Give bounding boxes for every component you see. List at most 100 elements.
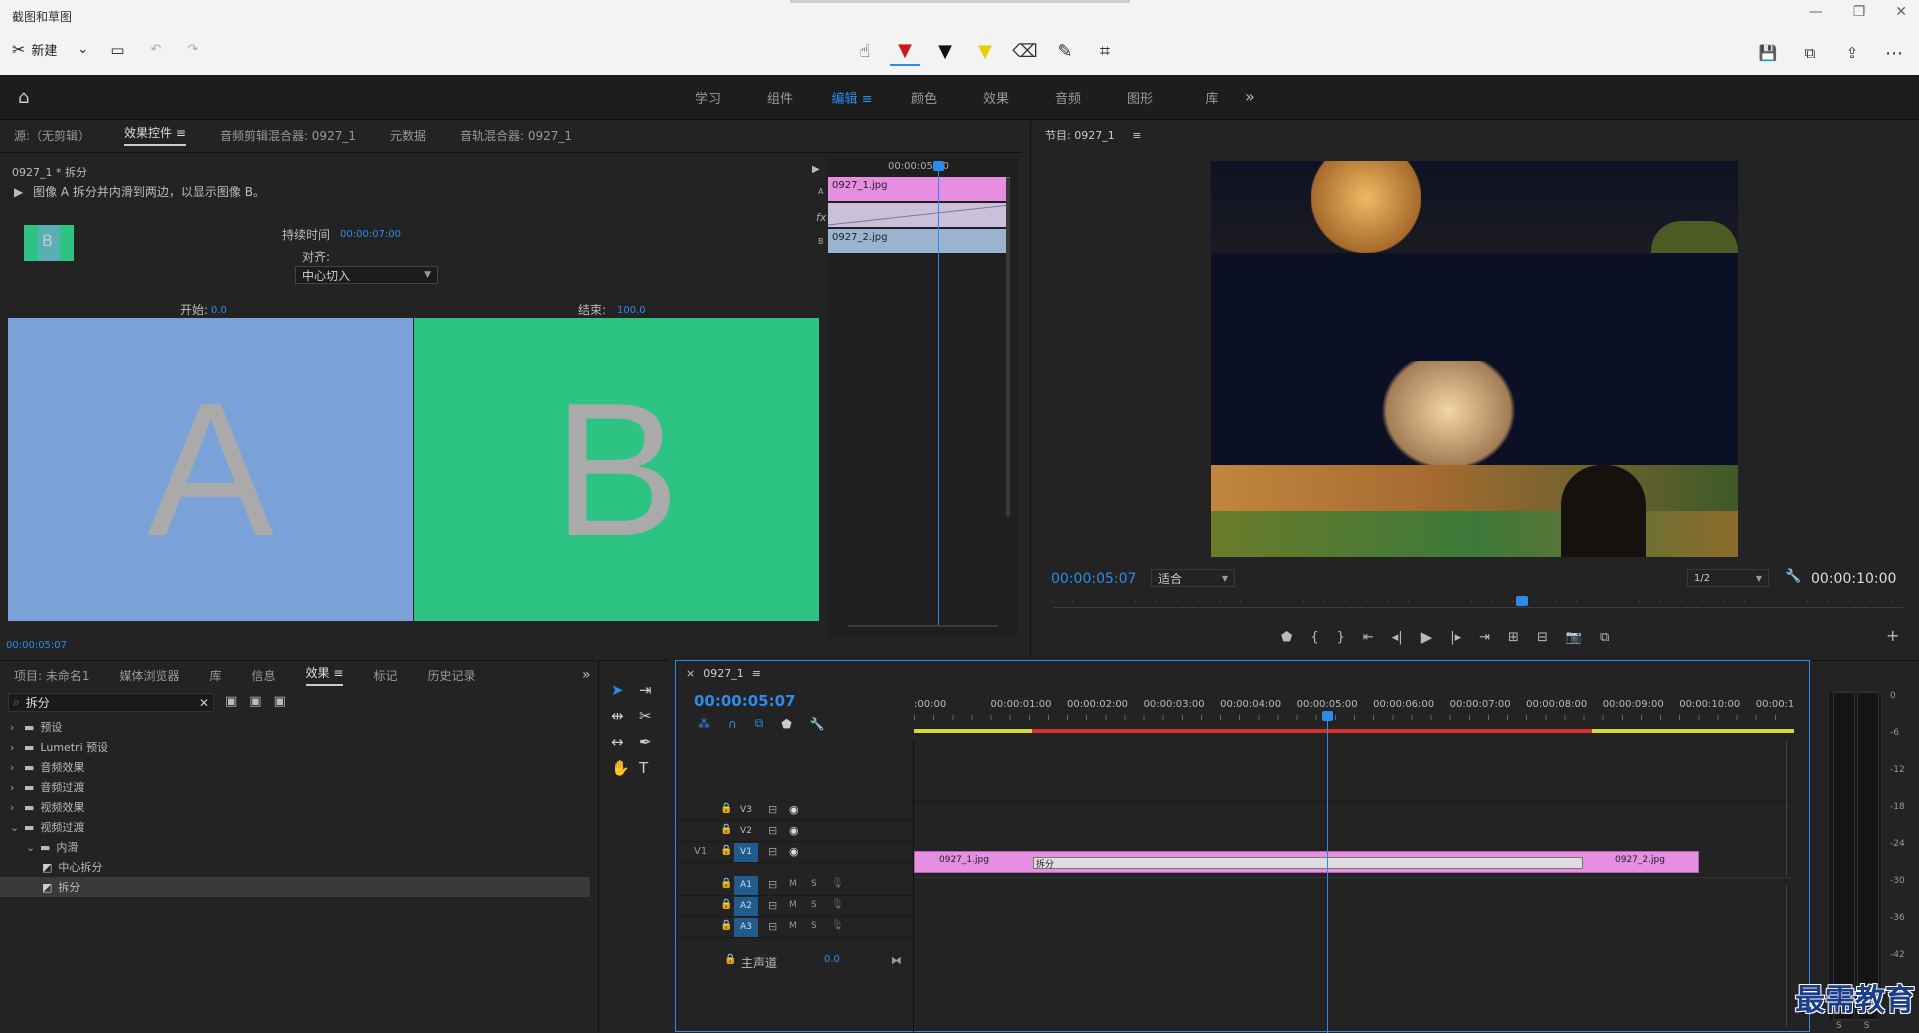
undo-icon[interactable]: ↶ — [151, 42, 162, 57]
slip-tool-icon[interactable]: ↔ — [611, 733, 639, 751]
redo-icon[interactable]: ↷ — [187, 42, 198, 57]
program-timecode[interactable]: 00:00:05:07 — [1051, 571, 1136, 587]
menu-icon[interactable]: ≡ — [1132, 129, 1141, 142]
project-tab-5[interactable]: 标记 — [373, 667, 397, 684]
zoom-bar[interactable] — [1053, 607, 1903, 608]
video-vscroll[interactable] — [1786, 741, 1792, 876]
add-marker-icon[interactable]: ⬟ — [781, 717, 791, 731]
chevron-right-icon[interactable]: › — [10, 721, 24, 734]
project-tab-0[interactable]: 项目: 未命名1 — [14, 667, 90, 684]
workspace-tab-7[interactable]: 库 — [1176, 88, 1248, 107]
track-target[interactable]: V3 — [734, 801, 758, 820]
audio-vscroll[interactable] — [1786, 886, 1792, 1026]
workspace-tab-5[interactable]: 音频 — [1032, 88, 1104, 107]
mute-button[interactable]: M — [789, 879, 797, 889]
sequence-tab[interactable]: × 0927_1 ≡ — [686, 667, 761, 680]
workspace-tab-6[interactable]: 图形 — [1104, 88, 1176, 107]
chevron-down-icon[interactable]: ⌄ — [26, 841, 40, 854]
lift-icon[interactable]: ⊞ — [1508, 630, 1519, 645]
master-value[interactable]: 0.0 — [824, 954, 840, 965]
transition-thumbnail[interactable]: B — [24, 225, 74, 261]
master-meter-icon[interactable]: ⧓ — [891, 954, 902, 967]
mini-playhead[interactable] — [938, 165, 939, 625]
microphone-icon[interactable]: 🎙 — [831, 878, 844, 889]
eye-icon[interactable]: ◉ — [789, 803, 799, 816]
timeline-timecode[interactable]: 00:00:05:07 — [694, 692, 796, 710]
touch-writing-icon[interactable]: ☝ — [850, 36, 880, 66]
yuv-effects-icon[interactable]: ▣ — [274, 694, 286, 709]
highlighter-icon[interactable]: ▼ — [970, 36, 1000, 66]
ruler-icon[interactable]: ✎ — [1050, 36, 1080, 66]
tree-item[interactable]: › ▬ 视频效果 — [0, 797, 590, 817]
tree-item[interactable]: › ▬ 音频效果 — [0, 757, 590, 777]
nest-icon[interactable]: ⁂ — [698, 717, 710, 731]
go-to-out-icon[interactable]: ⇥ — [1479, 630, 1490, 645]
home-icon[interactable]: ⌂ — [18, 87, 29, 108]
tree-item[interactable]: › ▬ 音频过渡 — [0, 777, 590, 797]
workspace-tab-3[interactable]: 颜色 — [888, 88, 960, 107]
lock-icon[interactable]: 🔒 — [720, 920, 732, 931]
sync-lock-icon[interactable]: ⊟ — [768, 803, 777, 816]
eraser-icon[interactable]: ⌫ — [1010, 36, 1040, 66]
play-preview-icon[interactable]: ▶ — [812, 164, 820, 175]
play-icon[interactable]: ▶ — [1421, 628, 1433, 646]
settings-icon[interactable]: 🔧 — [810, 717, 825, 731]
crop-icon[interactable]: ⌗ — [1090, 36, 1120, 66]
project-tab-3[interactable]: 信息 — [252, 667, 276, 684]
ripple-edit-icon[interactable]: ⇹ — [611, 707, 639, 725]
sync-lock-icon[interactable]: ⊟ — [768, 845, 777, 858]
expand-icon[interactable]: ▶ — [14, 185, 23, 199]
chevron-right-icon[interactable]: › — [10, 781, 24, 794]
workspace-tab-0[interactable]: 学习 — [672, 88, 744, 107]
transition-block[interactable]: 拆分 — [1033, 857, 1583, 870]
mini-playhead-handle[interactable] — [933, 161, 944, 171]
track-target[interactable]: A3 — [734, 918, 758, 937]
mini-vscroll[interactable] — [1006, 177, 1010, 517]
open-folder-icon[interactable]: ▭ — [110, 41, 124, 59]
tree-item[interactable]: ⌄ ▬ 视频过渡 — [0, 817, 590, 837]
track-target[interactable]: V1 — [734, 843, 758, 862]
step-back-icon[interactable]: ◂| — [1392, 630, 1403, 645]
export-frame-icon[interactable]: 📷 — [1566, 630, 1582, 645]
program-scrub-ruler[interactable] — [1051, 593, 1919, 613]
lock-icon[interactable]: 🔒 — [720, 824, 732, 835]
tree-item[interactable]: ⌄ ▬ 内滑 — [0, 837, 590, 857]
extract-icon[interactable]: ⊟ — [1537, 630, 1548, 645]
chevron-down-icon[interactable]: ⌄ — [77, 42, 88, 57]
type-tool-icon[interactable]: T — [639, 759, 667, 777]
menu-icon[interactable]: ≡ — [752, 667, 761, 680]
chevron-right-icon[interactable]: › — [10, 801, 24, 814]
snap-icon[interactable]: ∩ — [728, 717, 737, 731]
solo-left[interactable]: S — [1836, 1021, 1842, 1031]
selection-tool-icon[interactable]: ➤ — [611, 681, 639, 699]
source-patch[interactable]: V1 — [694, 846, 707, 857]
more-tabs-icon[interactable]: » — [582, 667, 591, 683]
source-tab-1[interactable]: 效果控件 ≡ — [124, 124, 186, 146]
go-to-in-icon[interactable]: ⇤ — [1363, 630, 1374, 645]
solo-right[interactable]: S — [1864, 1021, 1870, 1031]
eye-icon[interactable]: ◉ — [789, 824, 799, 837]
track-target[interactable]: A1 — [734, 876, 758, 895]
source-tab-3[interactable]: 元数据 — [390, 127, 426, 144]
timeline-playhead[interactable] — [1327, 715, 1328, 1033]
mute-button[interactable]: M — [789, 900, 797, 910]
mute-button[interactable]: M — [789, 921, 797, 931]
tree-item[interactable]: ◩ 拆分 — [0, 877, 590, 897]
project-tab-1[interactable]: 媒体浏览器 — [120, 667, 180, 684]
linked-selection-icon[interactable]: ⧉ — [755, 716, 764, 731]
lock-icon[interactable]: 🔒 — [720, 845, 732, 856]
more-workspaces-icon[interactable]: » — [1245, 87, 1255, 106]
mark-in-icon[interactable]: { — [1310, 630, 1318, 645]
track-target[interactable]: V2 — [734, 822, 758, 841]
source-tab-4[interactable]: 音轨混合器: 0927_1 — [460, 127, 572, 144]
tree-item[interactable]: › ▬ Lumetri 预设 — [0, 737, 590, 757]
copy-icon[interactable]: ⧉ — [1795, 38, 1825, 68]
mini-clip-a[interactable]: 0927_1.jpg — [828, 177, 1010, 201]
duration-value[interactable]: 00:00:07:00 — [340, 229, 401, 240]
wrench-icon[interactable]: 🔧 — [1785, 569, 1801, 584]
menu-icon[interactable]: ≡ — [172, 126, 186, 140]
restore-icon[interactable]: ❐ — [1853, 4, 1866, 20]
solo-button[interactable]: S — [811, 900, 817, 910]
mark-out-icon[interactable]: } — [1337, 630, 1345, 645]
end-value[interactable]: 100.0 — [617, 305, 646, 316]
